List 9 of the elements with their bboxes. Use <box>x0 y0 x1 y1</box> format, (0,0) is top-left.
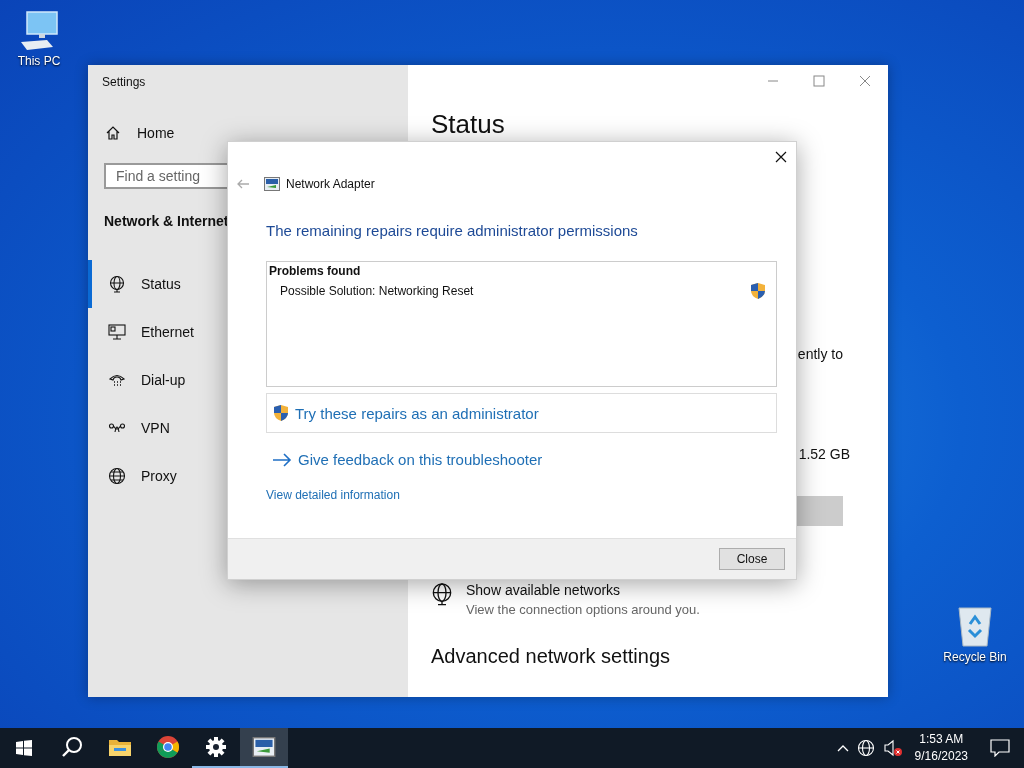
status-text: ently to <box>797 346 843 362</box>
dialog-heading: The remaining repairs require administrator permissions <box>266 222 639 239</box>
show-networks-description: View the connection options around you. <box>466 602 700 617</box>
window-title: Settings <box>102 75 147 89</box>
data-usage-text: 1.52 GB <box>798 446 850 462</box>
section-heading: Advanced network settings <box>431 645 672 668</box>
section-title: Network & Internet <box>104 213 230 229</box>
problems-heading: Problems found <box>269 264 362 278</box>
page-title: Status <box>431 109 506 140</box>
